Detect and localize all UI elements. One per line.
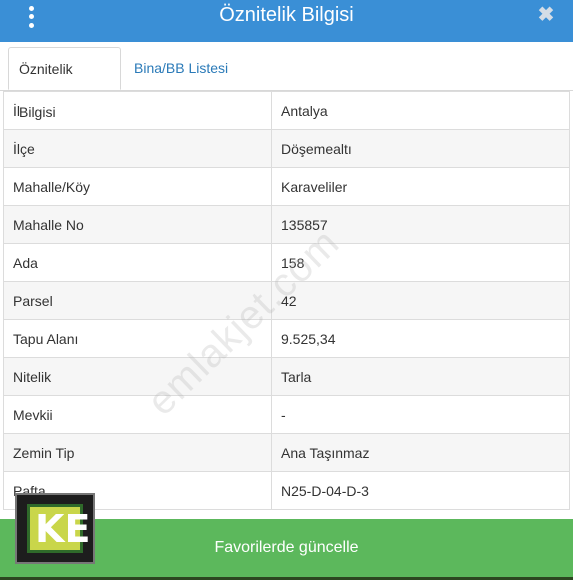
tab-building-list[interactable]: Bina/BB Listesi xyxy=(124,47,238,90)
table-row: Nitelik Tarla xyxy=(3,357,570,396)
table-row: Mahalle/Köy Karaveliler xyxy=(3,167,570,206)
attribute-key: Mevkii xyxy=(3,395,272,434)
attribute-value: 9.525,34 xyxy=(271,319,570,358)
attribute-value: Karaveliler xyxy=(271,167,570,206)
table-row: İlçe Döşemealtı xyxy=(3,129,570,168)
attribute-key: İl xyxy=(3,91,272,130)
attribute-key: Nitelik xyxy=(3,357,272,396)
table-row: İl Antalya xyxy=(3,91,570,130)
attribute-key: Mahalle/Köy xyxy=(3,167,272,206)
attribute-value: Antalya xyxy=(271,91,570,130)
attribute-table: İl Antalya İlçe Döşemealtı Mahalle/Köy Kara… xyxy=(3,91,570,510)
attribute-value: Tarla xyxy=(271,357,570,396)
attribute-value: - xyxy=(271,395,570,434)
table-row: Zemin Tip Ana Taşınmaz xyxy=(3,433,570,472)
dialog-header: Öznitelik Bilgisi ✖ xyxy=(0,0,573,42)
attribute-value: Döşemealtı xyxy=(271,129,570,168)
tab-attribute-info[interactable]: Öznitelik Bilgisi xyxy=(8,47,121,120)
logo-mark: KE xyxy=(35,507,91,551)
attribute-key: Ada xyxy=(3,243,272,282)
attribute-value: 42 xyxy=(271,281,570,320)
table-row: Mevkii - xyxy=(3,395,570,434)
attribute-info-dialog: Öznitelik Bilgisi ✖ Öznitelik Bilgisi Bi… xyxy=(0,0,573,580)
attribute-value: 135857 xyxy=(271,205,570,244)
tab-bar: Öznitelik Bilgisi Bina/BB Listesi xyxy=(0,42,573,120)
attribute-value: Ana Taşınmaz xyxy=(271,433,570,472)
attribute-key: Tapu Alanı xyxy=(3,319,272,358)
logo-badge: KE xyxy=(27,504,90,553)
attribute-key: Parsel xyxy=(3,281,272,320)
brand-logo: KE xyxy=(15,493,95,564)
attribute-key: İlçe xyxy=(3,129,272,168)
table-row: Ada 158 xyxy=(3,243,570,282)
table-row: Tapu Alanı 9.525,34 xyxy=(3,319,570,358)
attribute-value: N25-D-04-D-3 xyxy=(271,471,570,510)
attribute-key: Mahalle No xyxy=(3,205,272,244)
attribute-key: Zemin Tip xyxy=(3,433,272,472)
attribute-value: 158 xyxy=(271,243,570,282)
close-icon[interactable]: ✖ xyxy=(535,2,557,28)
table-row: Mahalle No 135857 xyxy=(3,205,570,244)
dialog-title: Öznitelik Bilgisi xyxy=(219,4,354,26)
table-row: Parsel 42 xyxy=(3,281,570,320)
